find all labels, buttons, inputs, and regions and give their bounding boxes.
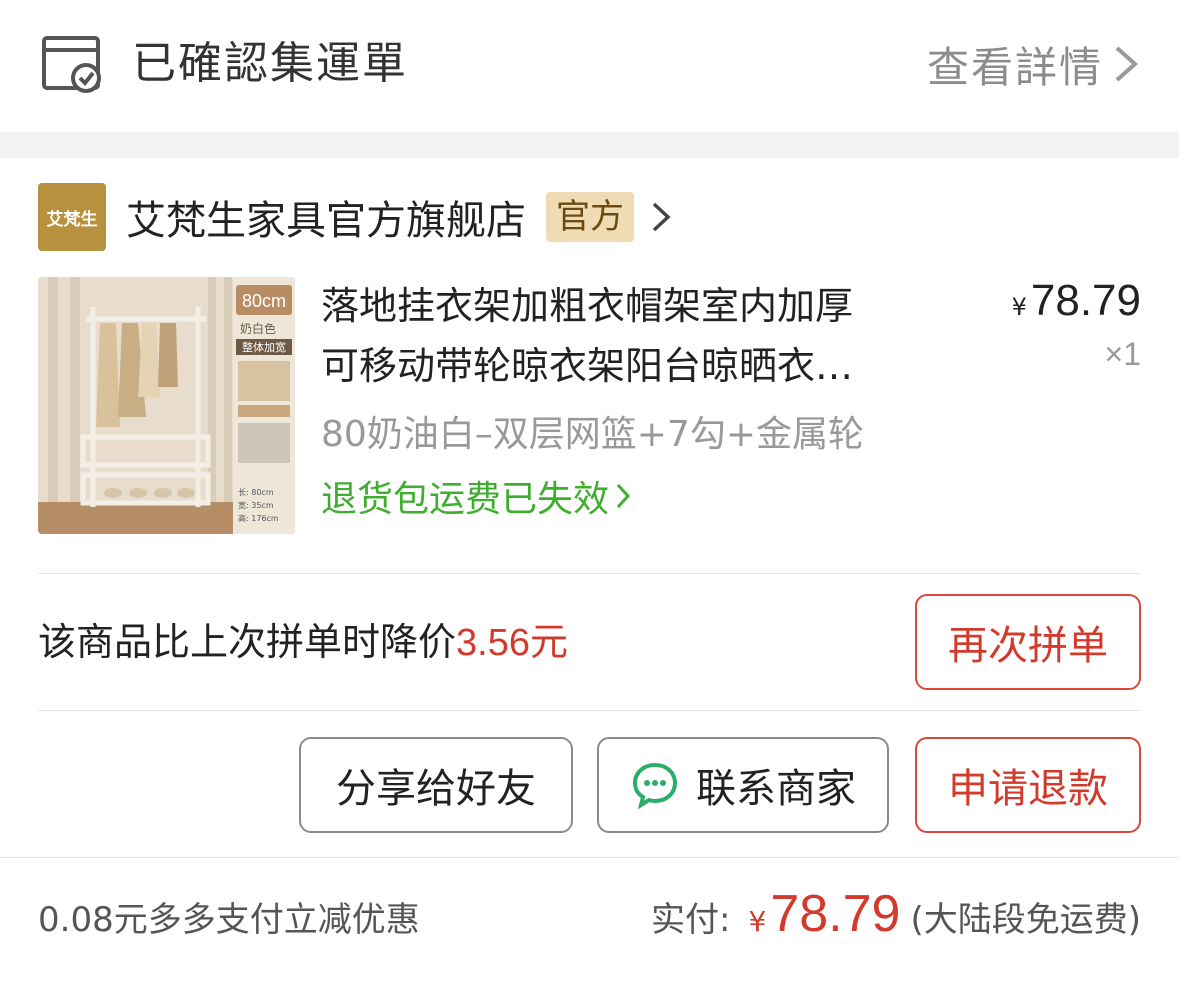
- footer-divider: [0, 857, 1179, 858]
- chevron-right-icon: [652, 202, 671, 232]
- price-value: 78.79: [1030, 276, 1141, 325]
- store-header[interactable]: 艾梵生 艾梵生家具官方旗舰店 官方: [38, 183, 672, 251]
- paid-currency: ¥: [748, 905, 767, 938]
- product-image-illustration: 80cm 奶白色 整体加宽 长: 80cm 宽: 35cm 高: 176cm: [38, 277, 295, 534]
- price-drop-amount: 3.56元: [456, 622, 568, 664]
- paid-label: 实付:: [651, 900, 731, 940]
- amount-paid: 实付: ¥ 78.79 (大陆段免运费): [651, 884, 1141, 944]
- store-logo: 艾梵生: [38, 183, 106, 251]
- return-shipping-note[interactable]: 退货包运费已失效: [321, 470, 631, 522]
- divider: [38, 573, 1141, 574]
- image-dim-length: 长: 80cm: [238, 487, 274, 497]
- product-quantity: ×1: [1104, 336, 1141, 372]
- refund-button[interactable]: 申请退款: [915, 737, 1141, 833]
- product-price: ¥78.79: [1012, 276, 1141, 326]
- product-title-line1: 落地挂衣架加粗衣帽架室内加厚: [321, 284, 854, 328]
- product-image[interactable]: 80cm 奶白色 整体加宽 长: 80cm 宽: 35cm 高: 176cm: [38, 277, 295, 534]
- image-dim-width: 宽: 35cm: [238, 500, 274, 510]
- reorder-button[interactable]: 再次拼单: [915, 594, 1141, 690]
- image-size-tag: 80cm: [242, 291, 286, 311]
- image-color-tag: 奶白色: [240, 321, 276, 336]
- view-details-label: 查看詳情: [926, 42, 1103, 92]
- return-shipping-label: 退货包运费已失效: [321, 479, 610, 520]
- image-dim-height: 高: 176cm: [238, 513, 279, 523]
- product-title-line2: 可移动带轮晾衣架阳台晾晒衣…: [321, 344, 854, 388]
- shipping-box-check-icon: [42, 36, 101, 93]
- share-button[interactable]: 分享给好友: [299, 737, 573, 833]
- store-logo-text: 艾梵生: [46, 209, 98, 230]
- price-drop-message: 该商品比上次拼单时降价3.56元: [38, 612, 568, 673]
- contact-merchant-label: 联系商家: [696, 766, 856, 812]
- store-name: 艾梵生家具官方旗舰店: [126, 198, 526, 244]
- shipping-status-row[interactable]: 已確認集運單 查看詳情: [0, 0, 1179, 132]
- price-currency: ¥: [1011, 293, 1027, 321]
- product-title[interactable]: 落地挂衣架加粗衣帽架室内加厚 可移动带轮晾衣架阳台晾晒衣…: [321, 276, 951, 396]
- section-gap: [0, 132, 1179, 158]
- reorder-button-label: 再次拼单: [948, 623, 1108, 669]
- chevron-right-icon: [1115, 46, 1139, 82]
- image-feature-tag: 整体加宽: [242, 340, 286, 354]
- chevron-right-icon: [616, 483, 631, 509]
- payment-promo: 0.08元多多支付立减优惠: [38, 900, 420, 940]
- paid-note: (大陆段免运费): [910, 900, 1141, 940]
- view-details-link[interactable]: 查看詳情: [927, 34, 1139, 94]
- contact-merchant-button[interactable]: 联系商家: [597, 737, 889, 833]
- shipping-status-title: 已確認集運單: [132, 38, 408, 89]
- paid-amount: 78.79: [770, 885, 901, 943]
- product-spec: 80奶油白–双层网篮+7勾+金属轮: [321, 414, 865, 455]
- divider: [38, 710, 1141, 711]
- price-drop-text: 该商品比上次拼单时降价: [38, 620, 457, 664]
- refund-button-label: 申请退款: [948, 766, 1108, 812]
- share-button-label: 分享给好友: [336, 766, 536, 812]
- wechat-icon: [632, 762, 678, 810]
- official-badge: 官方: [546, 192, 634, 242]
